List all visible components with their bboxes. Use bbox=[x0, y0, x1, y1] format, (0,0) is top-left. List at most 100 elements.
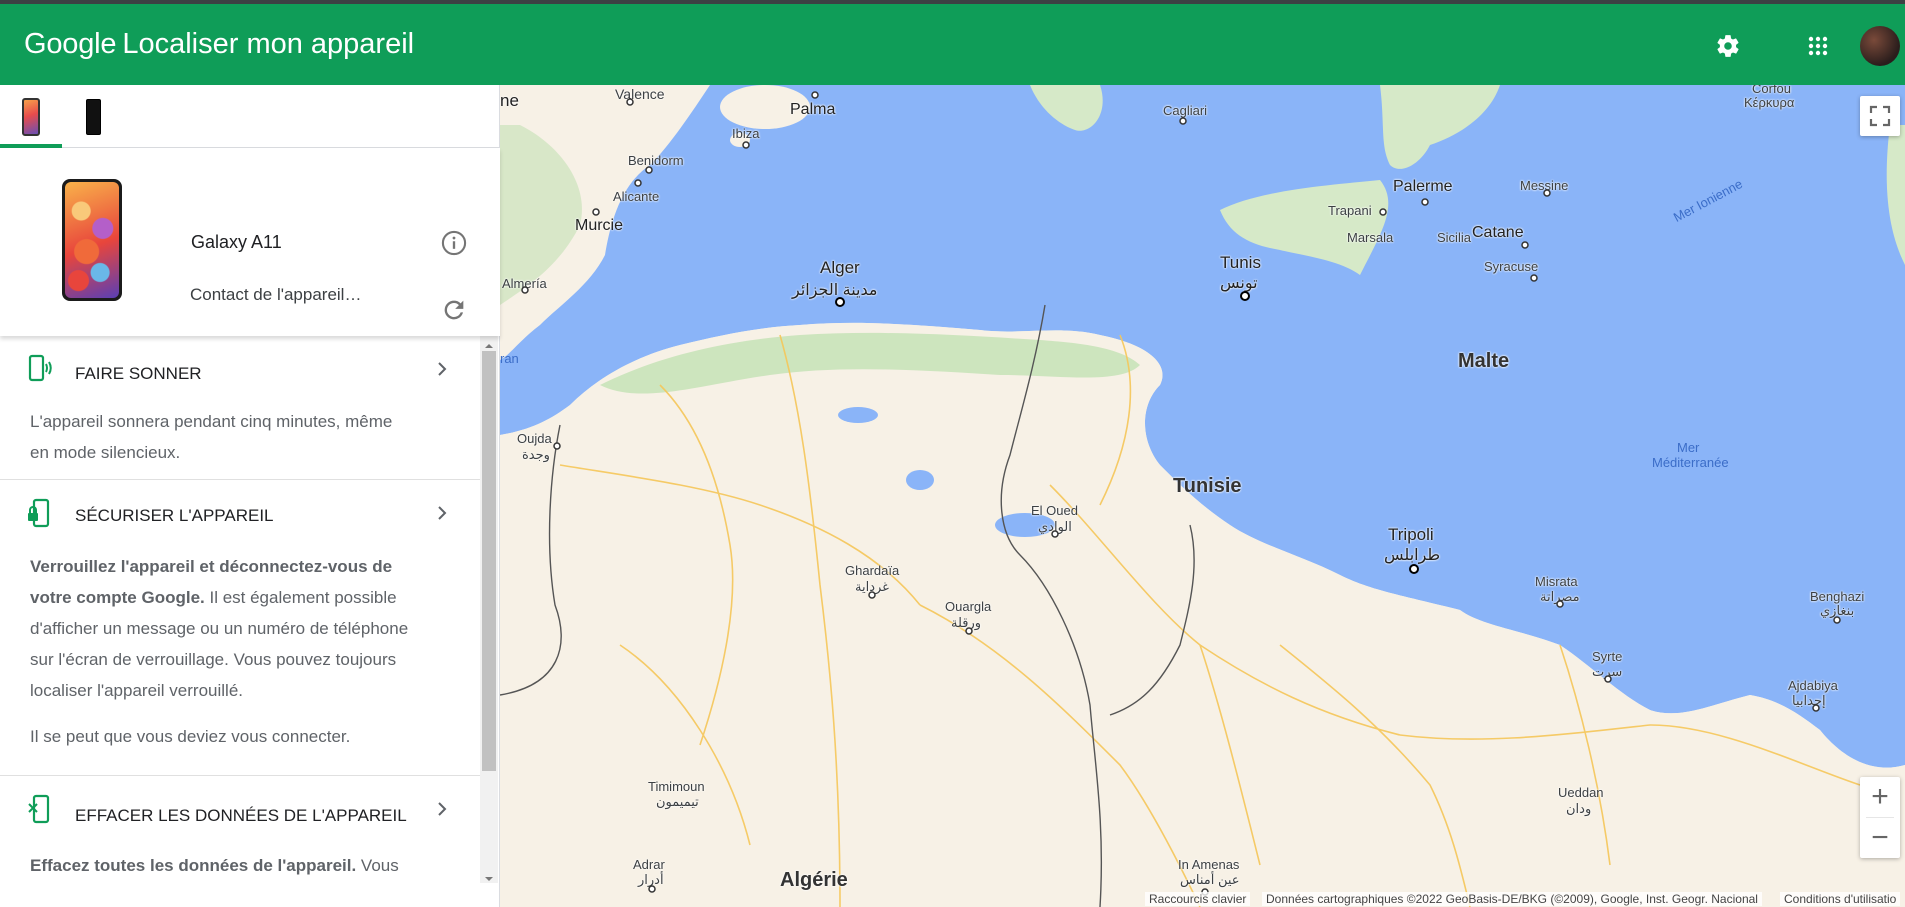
map-label-benghazi-ar: بنغازي bbox=[1820, 603, 1855, 618]
ring-description: L'appareil sonnera pendant cinq minutes,… bbox=[30, 412, 393, 462]
map-label-ghardaia: Ghardaïa bbox=[845, 563, 900, 578]
map-label-alicante: Alicante bbox=[613, 189, 660, 204]
map-label-marsala: Marsala bbox=[1347, 230, 1394, 245]
map-label-misrata: Misrata bbox=[1535, 574, 1578, 589]
erase-phone-icon bbox=[27, 794, 53, 824]
ring-action-header[interactable]: FAIRE SONNER bbox=[0, 336, 480, 396]
map-label-ueddan: Ueddan bbox=[1558, 785, 1604, 800]
app-title: Google Localiser mon appareil bbox=[24, 28, 414, 61]
device-card: Galaxy A11 Contact de l'appareil… bbox=[0, 148, 500, 336]
chevron-right-icon bbox=[432, 359, 452, 379]
chevron-right-icon bbox=[432, 503, 452, 523]
map-label-misrata-ar: مصراتة bbox=[1540, 589, 1580, 604]
map-label-ajdabiya: Ajdabiya bbox=[1788, 678, 1838, 693]
map-label-almeria: Almería bbox=[502, 276, 547, 291]
map-label-corfou-gr: Κέρκυρα bbox=[1744, 95, 1795, 110]
action-ring: FAIRE SONNER L'appareil sonnera pendant … bbox=[0, 336, 480, 480]
device-status: Contact de l'appareil… bbox=[190, 285, 362, 304]
map-label-ran: ran bbox=[500, 351, 519, 366]
device-tab-galaxy-a11[interactable] bbox=[0, 85, 62, 148]
map-label-in-amenas-ar: عين أمناس bbox=[1180, 872, 1240, 887]
map-label-mediterranee: Méditerranée bbox=[1652, 455, 1729, 470]
map-label-el-oued: El Oued bbox=[1031, 503, 1078, 518]
account-avatar[interactable] bbox=[1860, 26, 1900, 66]
map-label-tripoli: Tripoli bbox=[1388, 525, 1434, 544]
info-icon[interactable] bbox=[440, 229, 468, 257]
map-data-credit: Données cartographiques ©2022 GeoBasis-D… bbox=[1262, 892, 1762, 906]
zoom-out-minus-icon[interactable]: − bbox=[1860, 818, 1900, 858]
map-label-adrar: Adrar bbox=[633, 857, 665, 872]
map-label-messine: Messine bbox=[1520, 178, 1569, 193]
refresh-icon[interactable] bbox=[440, 296, 468, 324]
map-label-syrte-ar: سرت bbox=[1592, 664, 1623, 679]
map-label-tunis: Tunis bbox=[1220, 253, 1261, 272]
sidebar-scrollbar[interactable] bbox=[480, 336, 498, 883]
map-label-tunis-ar: تونس bbox=[1220, 275, 1258, 292]
secure-title: SÉCURISER L'APPAREIL bbox=[75, 506, 274, 525]
fullscreen-toggle-icon[interactable] bbox=[1860, 96, 1900, 136]
map-label-cagliari: Cagliari bbox=[1163, 103, 1208, 118]
map-label-oujda-ar: وجدة bbox=[522, 447, 550, 462]
zoom-controls: + − bbox=[1860, 777, 1900, 858]
map-view[interactable]: Valence Palma Ibiza Cagliari Benidorm Al… bbox=[500, 85, 1905, 907]
map-label-tripoli-ar: طرابلس bbox=[1384, 547, 1441, 564]
app-header: Google Localiser mon appareil bbox=[0, 4, 1905, 85]
map-label-ouargla-ar: ورقلة bbox=[951, 615, 982, 630]
zoom-in-plus-icon[interactable]: + bbox=[1860, 777, 1900, 817]
map-label-malte: Malte bbox=[1458, 350, 1510, 372]
brand-product: Localiser mon appareil bbox=[122, 28, 415, 60]
brand-google: Google bbox=[24, 28, 117, 60]
action-secure: SÉCURISER L'APPAREIL Verrouillez l'appar… bbox=[0, 480, 480, 776]
apps-grid-icon[interactable] bbox=[1802, 30, 1834, 62]
map-label-in-amenas: In Amenas bbox=[1178, 857, 1240, 872]
map-label-timimoun: Timimoun bbox=[648, 779, 705, 794]
map-label-murcie: Murcie bbox=[575, 217, 624, 234]
erase-description: Effacez toutes les données de l'appareil… bbox=[30, 850, 410, 883]
sidebar: Galaxy A11 Contact de l'appareil… FAIRE … bbox=[0, 85, 500, 907]
map-label-tunisie: Tunisie bbox=[1173, 475, 1242, 497]
erase-title: EFFACER LES DONNÉES DE L'APPAREIL bbox=[75, 806, 407, 825]
map-label-timimoun-ar: تيميمون bbox=[656, 794, 699, 809]
scroll-up-arrow-icon[interactable] bbox=[484, 338, 494, 348]
ring-title: FAIRE SONNER bbox=[75, 364, 202, 383]
settings-gear-icon[interactable] bbox=[1712, 30, 1744, 62]
secure-signin-note: Il se peut que vous deviez vous connecte… bbox=[30, 727, 351, 746]
map-label-algerie: Algérie bbox=[780, 869, 848, 891]
map-label-syracuse: Syracuse bbox=[1484, 259, 1539, 274]
phone-thumbnail-icon bbox=[85, 98, 101, 135]
map-label-ueddan-ar: ودان bbox=[1566, 801, 1592, 816]
map-label-ne: ne bbox=[500, 91, 519, 110]
map-label-syrte: Syrte bbox=[1592, 649, 1623, 664]
map-label-ibiza: Ibiza bbox=[732, 126, 760, 141]
device-name: Galaxy A11 bbox=[191, 232, 282, 252]
map-label-oujda: Oujda bbox=[517, 431, 552, 446]
action-erase: EFFACER LES DONNÉES DE L'APPAREIL Efface… bbox=[0, 776, 480, 883]
map-label-adrar-ar: أدرار bbox=[638, 872, 664, 887]
map-label-mer: Mer bbox=[1677, 440, 1700, 455]
erase-description-bold: Effacez toutes les données de l'appareil… bbox=[30, 856, 357, 875]
map-label-ajdabiya-ar: إجدابيا bbox=[1792, 693, 1826, 708]
device-image bbox=[62, 179, 122, 301]
terms-of-use-link[interactable]: Conditions d'utilisatio bbox=[1780, 892, 1901, 906]
secure-action-header[interactable]: SÉCURISER L'APPAREIL bbox=[0, 480, 480, 540]
scrollbar-thumb[interactable] bbox=[482, 351, 496, 771]
map-label-valence: Valence bbox=[615, 86, 665, 102]
keyboard-shortcuts-link[interactable]: Raccourcis clavier bbox=[1145, 892, 1251, 906]
map-label-ouargla: Ouargla bbox=[945, 599, 992, 614]
lock-phone-icon bbox=[27, 498, 53, 528]
scroll-down-arrow-icon[interactable] bbox=[484, 871, 494, 881]
secure-description: Verrouillez l'appareil et déconnectez-vo… bbox=[30, 551, 410, 706]
map-label-alger-ar: مدينة الجزائر bbox=[792, 282, 878, 299]
map-label-sicilia: Sicilia bbox=[1437, 230, 1471, 245]
map-label-palerme: Palerme bbox=[1393, 178, 1453, 195]
erase-action-header[interactable]: EFFACER LES DONNÉES DE L'APPAREIL bbox=[0, 776, 480, 836]
ring-phone-icon bbox=[27, 354, 53, 382]
map-label-palma: Palma bbox=[790, 101, 836, 118]
map-label-catane: Catane bbox=[1472, 224, 1524, 241]
map-label-alger: Alger bbox=[820, 258, 860, 277]
map-label-benghazi: Benghazi bbox=[1810, 589, 1865, 604]
chevron-right-icon bbox=[432, 799, 452, 819]
actions-list: FAIRE SONNER L'appareil sonnera pendant … bbox=[0, 336, 480, 883]
map-label-benidorm: Benidorm bbox=[628, 153, 684, 168]
device-tab-second[interactable] bbox=[62, 85, 124, 148]
